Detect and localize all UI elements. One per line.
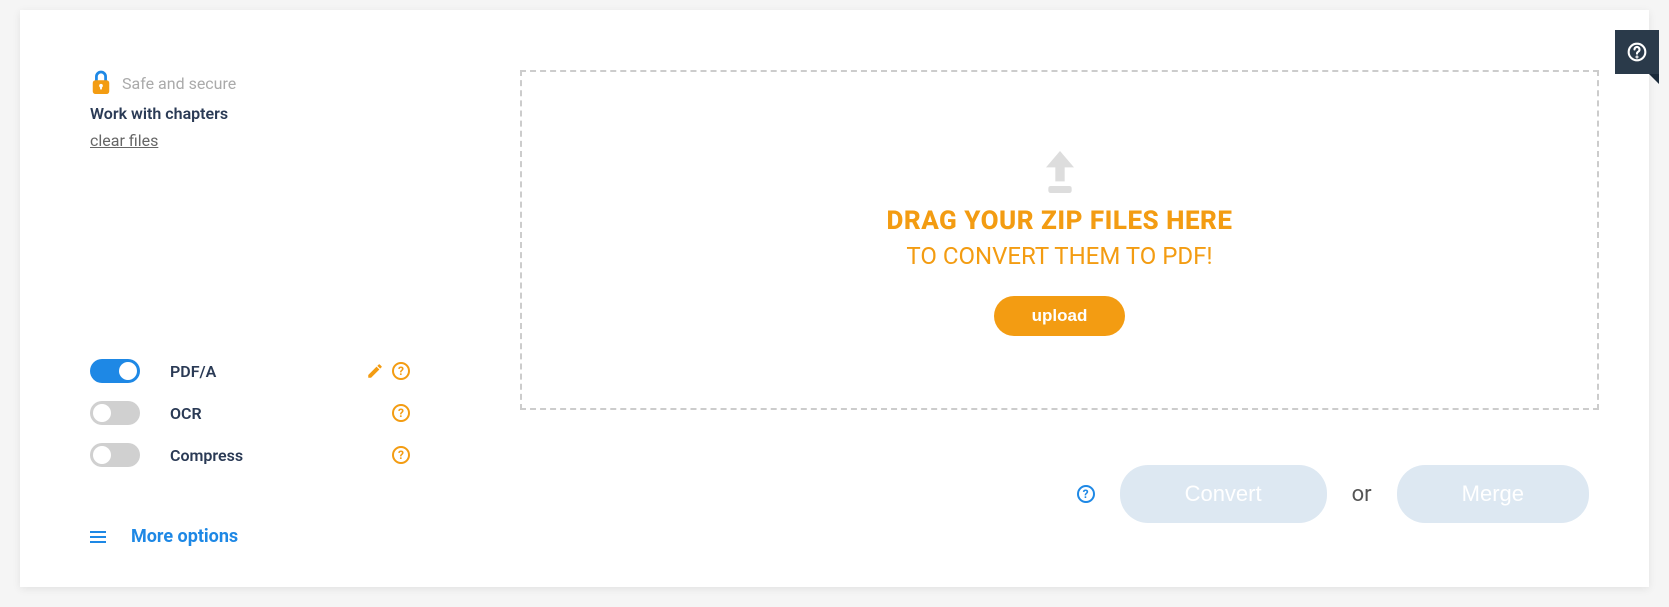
toggle-label-pdfa: PDF/A — [170, 362, 366, 381]
safe-secure-label: Safe and secure — [122, 74, 236, 93]
work-with-chapters-label: Work with chapters — [90, 104, 450, 123]
right-panel: DRAG YOUR ZIP FILES HERE TO CONVERT THEM… — [520, 70, 1599, 523]
or-label: or — [1352, 482, 1372, 507]
toggle-row-pdfa: PDF/A ? — [90, 350, 450, 392]
help-icon-compress[interactable]: ? — [392, 446, 410, 464]
action-row: ? Convert or Merge — [520, 465, 1599, 523]
dropzone[interactable]: DRAG YOUR ZIP FILES HERE TO CONVERT THEM… — [520, 70, 1599, 410]
toggle-pdfa[interactable] — [90, 359, 140, 383]
left-panel: Safe and secure Work with chapters clear… — [90, 70, 450, 547]
question-icon — [1627, 42, 1647, 62]
help-badge[interactable] — [1615, 30, 1659, 74]
safe-secure-row: Safe and secure — [90, 70, 450, 96]
toggle-row-compress: Compress ? — [90, 434, 450, 476]
more-options-label: More options — [131, 526, 238, 547]
upload-icon — [1032, 144, 1088, 200]
toggle-list: PDF/A ? OCR ? Compress ? — [90, 350, 450, 476]
toggle-ocr[interactable] — [90, 401, 140, 425]
hamburger-icon — [90, 531, 106, 543]
help-icon-actions[interactable]: ? — [1077, 485, 1095, 503]
convert-button[interactable]: Convert — [1120, 465, 1327, 523]
toggle-label-compress: Compress — [170, 446, 392, 465]
more-options-button[interactable]: More options — [90, 526, 450, 547]
toggle-row-ocr: OCR ? — [90, 392, 450, 434]
clear-files-link[interactable]: clear files — [90, 131, 450, 150]
dropzone-title: DRAG YOUR ZIP FILES HERE — [887, 206, 1233, 236]
toggle-label-ocr: OCR — [170, 404, 392, 423]
main-card: Safe and secure Work with chapters clear… — [20, 10, 1649, 587]
help-icon-ocr[interactable]: ? — [392, 404, 410, 422]
edit-icon[interactable] — [366, 362, 384, 380]
help-icon-pdfa[interactable]: ? — [392, 362, 410, 380]
lock-icon — [90, 70, 112, 96]
upload-button[interactable]: upload — [994, 296, 1126, 336]
merge-button[interactable]: Merge — [1397, 465, 1589, 523]
dropzone-subtitle: TO CONVERT THEM TO PDF! — [906, 242, 1212, 270]
toggle-compress[interactable] — [90, 443, 140, 467]
